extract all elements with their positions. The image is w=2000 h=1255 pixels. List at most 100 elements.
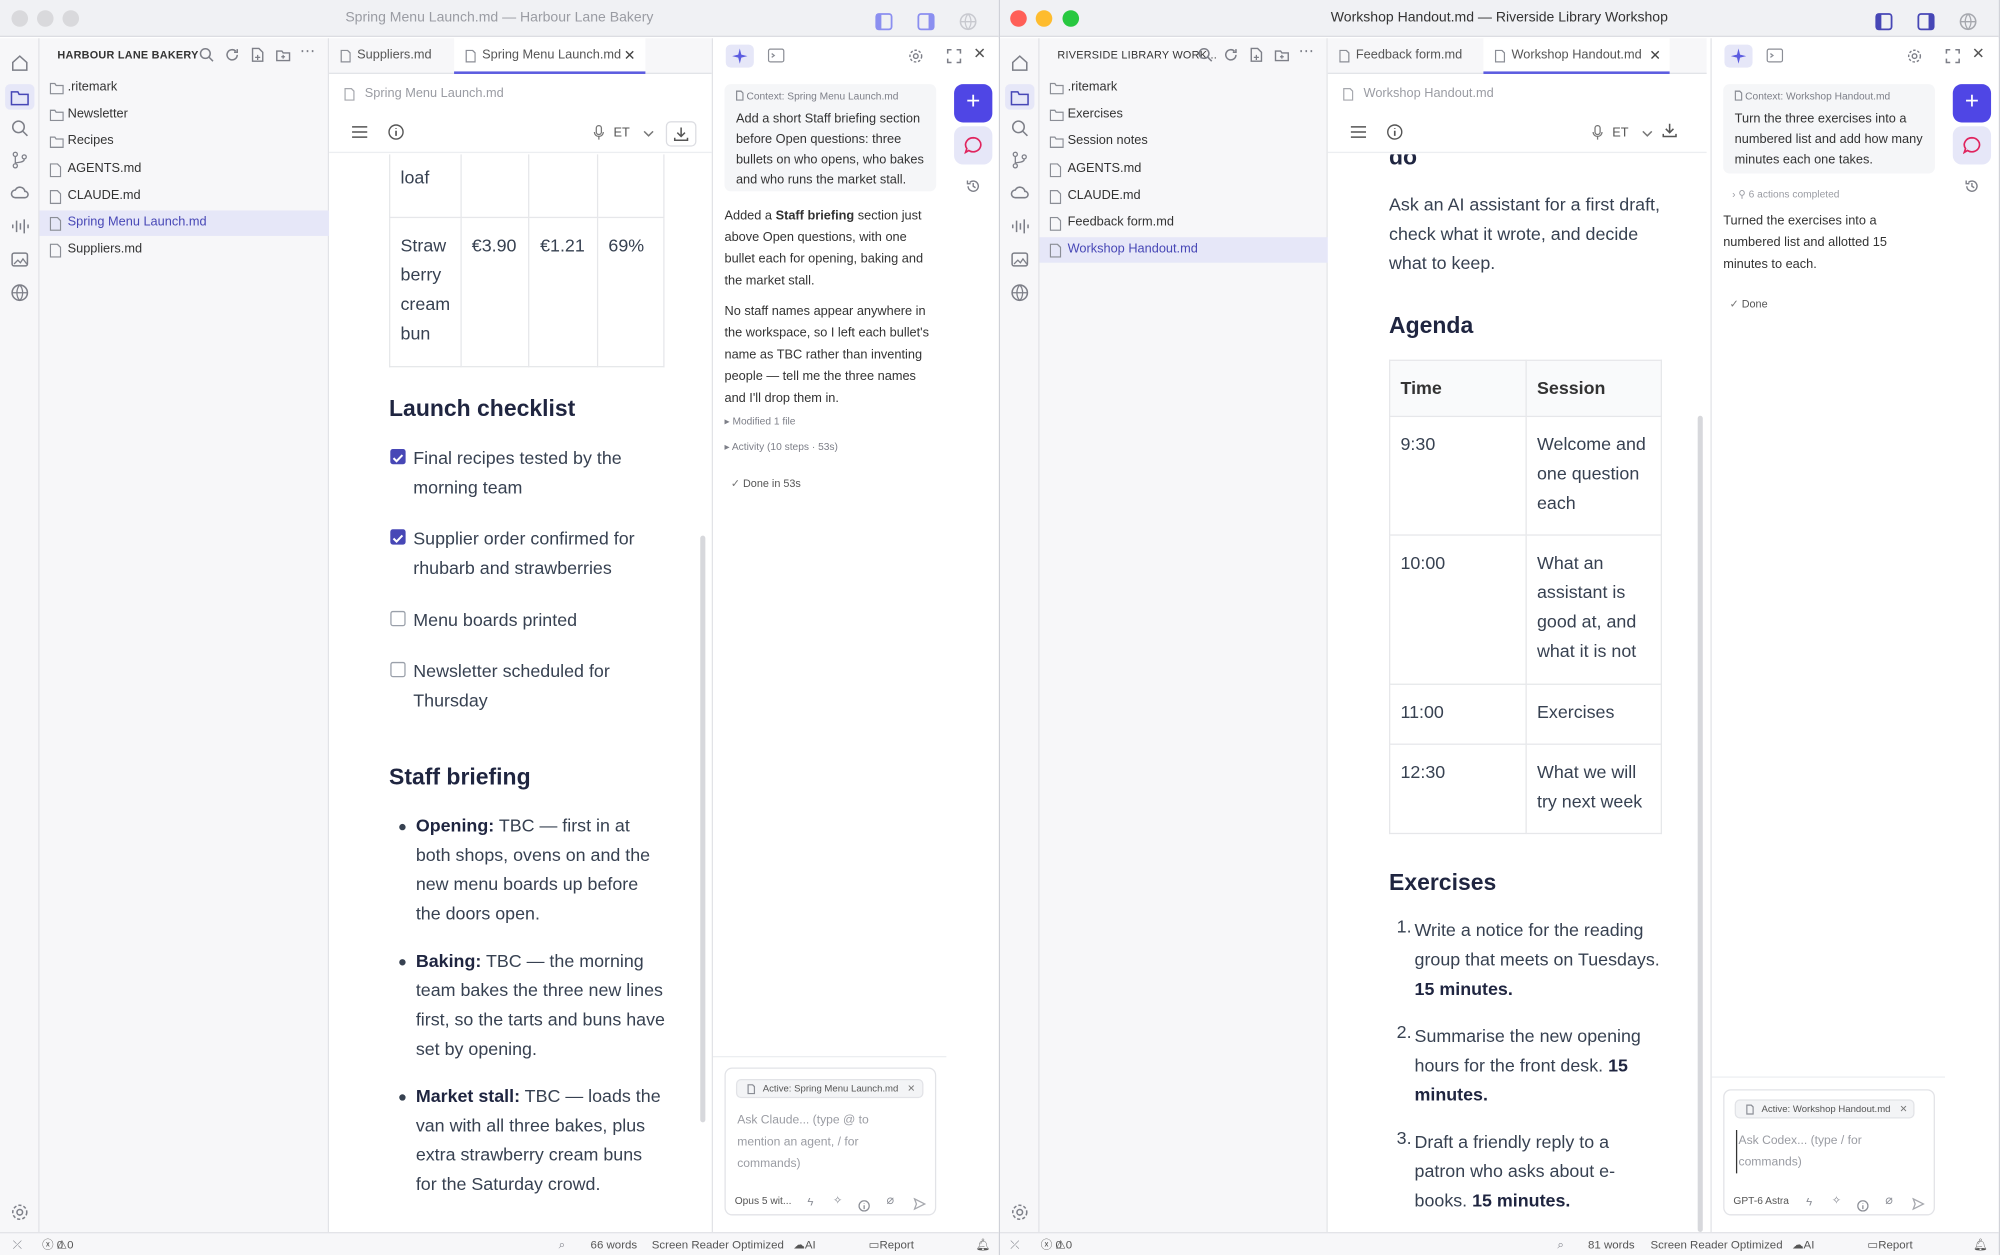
git-branch-icon[interactable]: [1010, 150, 1029, 169]
expand-icon[interactable]: [1945, 47, 1960, 70]
chat-input[interactable]: Ask Claude... (type @ to mention an agen…: [737, 1110, 900, 1175]
file-item[interactable]: AGENTS.md: [40, 156, 330, 182]
close-panel-icon[interactable]: ✕: [1972, 45, 1985, 63]
close-icon[interactable]: ✕: [907, 1083, 915, 1094]
folder-item[interactable]: .ritemark: [40, 75, 330, 101]
more-icon[interactable]: ⋯: [1298, 42, 1313, 60]
ai-sparkle-icon[interactable]: [1724, 44, 1753, 68]
editor-scrollbar[interactable]: [700, 535, 706, 1123]
info-icon[interactable]: [858, 1195, 870, 1218]
screen-reader-status[interactable]: Screen Reader Optimized: [1650, 1233, 1782, 1255]
microphone-icon[interactable]: [1592, 124, 1603, 144]
chevron-down-icon[interactable]: [1642, 128, 1653, 142]
file-item[interactable]: Feedback form.md: [1040, 210, 1330, 236]
folder-item[interactable]: Newsletter: [40, 102, 330, 128]
refresh-icon[interactable]: [1223, 46, 1238, 69]
zoom-button[interactable]: [1062, 10, 1080, 27]
folder-item[interactable]: Recipes: [40, 129, 330, 155]
chat-input[interactable]: Ask Codex... (type / for commands): [1735, 1130, 1899, 1174]
audio-wave-icon[interactable]: [10, 217, 29, 236]
export-icon[interactable]: [665, 121, 697, 147]
new-chat-button[interactable]: +: [1952, 84, 1992, 123]
tab-workshop-handout[interactable]: Workshop Handout.md ✕: [1483, 38, 1670, 74]
image-icon[interactable]: [1010, 250, 1029, 269]
active-file-chip[interactable]: Active: Spring Menu Launch.md ✕: [735, 1078, 923, 1099]
cloud-icon[interactable]: [10, 184, 29, 203]
checkbox[interactable]: [390, 610, 406, 627]
zoom-icon[interactable]: ⌕: [559, 1233, 565, 1255]
tab-feedback-form[interactable]: Feedback form.md: [1328, 38, 1484, 74]
activity-toggle[interactable]: ▸ Activity (10 steps · 53s): [724, 441, 837, 452]
close-tab-icon[interactable]: ✕: [624, 38, 636, 74]
close-panel-icon[interactable]: ✕: [973, 45, 986, 63]
tab-spring-menu-launch[interactable]: Spring Menu Launch.md ✕: [454, 38, 646, 74]
document-content[interactable]: do Ask an AI assistant for a first draft…: [1328, 154, 1707, 1232]
bolt-icon[interactable]: ϟ: [1806, 1195, 1812, 1208]
terminal-icon[interactable]: [1766, 47, 1784, 70]
audio-wave-icon[interactable]: [1010, 217, 1029, 236]
send-icon[interactable]: [1912, 1194, 1925, 1217]
language-selector[interactable]: ET: [1612, 126, 1628, 140]
home-icon[interactable]: [10, 54, 29, 73]
report-ai-issue[interactable]: ▭ Report AI issue: [1867, 1233, 1912, 1255]
search-icon[interactable]: [10, 119, 29, 138]
model-selector[interactable]: Opus 5 wit...: [735, 1195, 792, 1206]
screen-reader-status[interactable]: Screen Reader Optimized: [652, 1233, 784, 1255]
report-ai-issue[interactable]: ▭ Report AI issue: [869, 1233, 914, 1255]
globe-icon[interactable]: [1010, 283, 1029, 302]
bolt-icon[interactable]: ϟ: [807, 1195, 813, 1208]
file-item[interactable]: AGENTS.md: [1040, 156, 1330, 182]
history-icon[interactable]: [1964, 177, 1979, 200]
problems-indicator[interactable]: ⓧ 0 ⚠ 0: [42, 1233, 73, 1255]
close-button[interactable]: [1010, 10, 1027, 27]
problems-indicator[interactable]: ⓧ 0 ⚠ 0: [1041, 1233, 1072, 1255]
close-tab-icon[interactable]: ✕: [1649, 38, 1661, 74]
new-folder-icon[interactable]: [1274, 46, 1289, 69]
document-content[interactable]: loaf Straw berry cream bun €3.90 €1.21 6…: [329, 154, 712, 1232]
settings-gear-icon[interactable]: [908, 47, 923, 70]
file-item[interactable]: Suppliers.md: [40, 237, 330, 263]
chevron-down-icon[interactable]: [643, 128, 654, 142]
search-icon[interactable]: [199, 46, 214, 69]
modified-files-toggle[interactable]: ▸ Modified 1 file: [724, 416, 795, 427]
file-item[interactable]: Spring Menu Launch.md: [39, 210, 330, 236]
globe-icon[interactable]: [10, 283, 29, 302]
close-button[interactable]: [11, 10, 29, 27]
info-icon[interactable]: [1386, 124, 1403, 144]
zoom-icon[interactable]: ⌕: [1557, 1233, 1563, 1255]
tab-suppliers[interactable]: Suppliers.md: [329, 38, 454, 74]
chat-bubble-icon[interactable]: [1952, 126, 1992, 165]
attach-icon[interactable]: ⌀: [1885, 1194, 1893, 1208]
breadcrumb[interactable]: Spring Menu Launch.md: [344, 87, 504, 101]
settings-gear-icon[interactable]: [10, 1203, 29, 1222]
settings-gear-icon[interactable]: [1010, 1203, 1029, 1222]
outline-menu-icon[interactable]: [1350, 125, 1367, 143]
new-chat-button[interactable]: +: [954, 84, 993, 123]
expand-icon[interactable]: [946, 47, 962, 70]
checkbox[interactable]: [390, 661, 406, 678]
more-icon[interactable]: ⋯: [300, 42, 315, 60]
folder-item[interactable]: .ritemark: [1040, 75, 1330, 101]
ai-ready-status[interactable]: ☁ AI Ready: [1792, 1233, 1814, 1255]
minimize-button[interactable]: [1035, 10, 1053, 27]
info-icon[interactable]: [388, 124, 405, 144]
sparkle-icon[interactable]: ✧: [1832, 1194, 1842, 1208]
new-folder-icon[interactable]: [276, 46, 291, 69]
language-selector[interactable]: ET: [614, 126, 630, 140]
bell-icon[interactable]: 🔔︎: [976, 1233, 991, 1255]
actions-completed-toggle[interactable]: › ⚲ 6 actions completed: [1732, 189, 1839, 200]
file-item[interactable]: CLAUDE.md: [1040, 183, 1330, 209]
history-icon[interactable]: [966, 177, 981, 200]
bell-icon[interactable]: 🔔︎: [1973, 1233, 1988, 1255]
attach-icon[interactable]: ⌀: [886, 1194, 894, 1208]
model-selector[interactable]: GPT-6 Astra: [1733, 1195, 1789, 1206]
cloud-icon[interactable]: [1010, 184, 1029, 203]
ai-ready-status[interactable]: ☁ AI Ready: [793, 1233, 815, 1255]
new-file-icon[interactable]: [1249, 46, 1264, 69]
git-branch-icon[interactable]: [10, 150, 29, 169]
image-icon[interactable]: [10, 250, 29, 269]
remote-icon[interactable]: ⤫: [1010, 1233, 1019, 1255]
sparkle-icon[interactable]: ✧: [833, 1194, 843, 1208]
checkbox[interactable]: [390, 448, 406, 465]
new-file-icon[interactable]: [250, 46, 265, 69]
